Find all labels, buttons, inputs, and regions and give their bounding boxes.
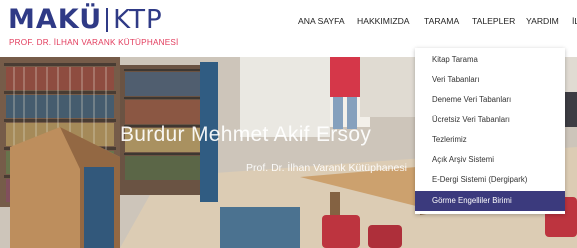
site-logo[interactable]: MAKÜ KTP PROF. DR. İLHAN VARANK KÜTÜPHAN…: [8, 4, 188, 52]
menu-item-e-dergi-sistemi[interactable]: E-Dergi Sistemi (Dergipark): [415, 170, 565, 190]
hero-title: Burdur Mehmet Akif Ersoy: [120, 123, 372, 146]
logo-brand: MAKÜ: [8, 4, 103, 35]
page: Burdur Mehmet Akif Ersoy Prof. Dr. İlhan…: [0, 0, 577, 248]
logo-wordmark: MAKÜ KTP: [8, 4, 163, 36]
menu-item-deneme-veri-tabanlari[interactable]: Deneme Veri Tabanları: [415, 90, 565, 110]
nav-item-hakkimizda[interactable]: HAKKIMIZDA: [357, 13, 410, 29]
menu-item-veri-tabanlari[interactable]: Veri Tabanları: [415, 70, 565, 90]
logo-subtitle: PROF. DR. İLHAN VARANK KÜTÜPHANESİ: [9, 38, 179, 47]
nav-item-tarama[interactable]: TARAMA: [424, 13, 459, 29]
logo-divider: [106, 8, 109, 32]
menu-item-ucretsiz-veri-tabanlari[interactable]: Ücretsiz Veri Tabanları: [415, 110, 565, 130]
nav-item-talepler[interactable]: TALEPLER: [472, 13, 515, 29]
menu-item-gorme-engelliler-birimi[interactable]: Görme Engelliler Birimi: [415, 191, 565, 211]
menu-item-acik-arsiv-sistemi[interactable]: Açık Arşiv Sistemi: [415, 150, 565, 170]
nav-item-iletisim[interactable]: İL: [572, 13, 577, 29]
nav-item-yardim[interactable]: YARDIM: [526, 13, 559, 29]
tarama-dropdown-menu: Kitap Tarama Veri Tabanları Deneme Veri …: [415, 48, 565, 214]
logo-short: KTP: [113, 5, 163, 35]
nav-item-ana-sayfa[interactable]: ANA SAYFA: [298, 13, 345, 29]
menu-item-tezlerimiz[interactable]: Tezlerimiz: [415, 130, 565, 150]
menu-item-kitap-tarama[interactable]: Kitap Tarama: [415, 50, 565, 70]
hero-subtitle: Prof. Dr. İlhan Varank Kütüphanesi: [246, 162, 407, 174]
